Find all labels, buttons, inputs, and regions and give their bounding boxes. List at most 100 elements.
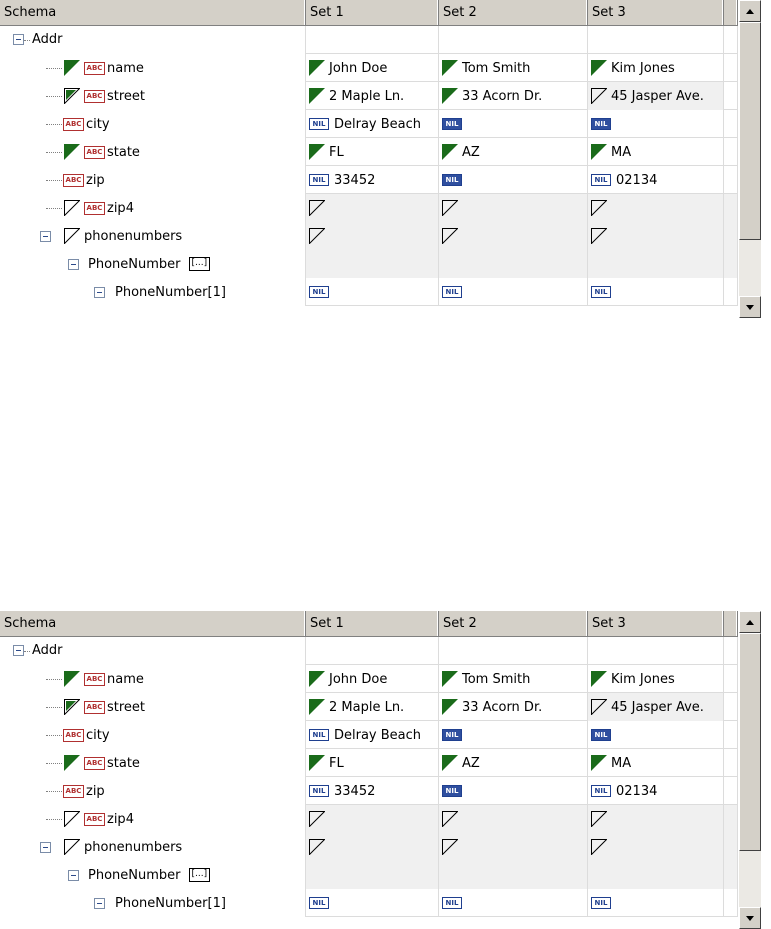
collapse-icon[interactable] — [40, 231, 51, 242]
table-row-phonenumbers[interactable]: phonenumbers — [0, 222, 738, 250]
scroll-up-button[interactable] — [739, 0, 761, 22]
empty-flag-icon[interactable] — [64, 839, 80, 855]
flag-icon[interactable] — [591, 144, 607, 160]
empty-flag-icon[interactable] — [309, 811, 325, 827]
table-row-name[interactable]: ABC name John Doe Tom Smith Kim Jones — [0, 665, 738, 693]
value-set2-name[interactable]: Tom Smith — [462, 61, 530, 76]
value-set3-street[interactable]: 45 Jasper Ave. — [611, 700, 704, 715]
value-set1-street[interactable]: 2 Maple Ln. — [329, 700, 404, 715]
empty-flag-icon[interactable] — [591, 839, 607, 855]
value-set1-city[interactable]: Delray Beach — [334, 117, 421, 132]
table-row-phonenumber-1[interactable]: PhoneNumber[1] NIL NIL NIL — [0, 889, 738, 917]
collapse-icon[interactable] — [40, 842, 51, 853]
flag-icon[interactable] — [309, 699, 325, 715]
table-row-street[interactable]: ABC street 2 Maple Ln. 33 Acorn Dr. 45 J… — [0, 693, 738, 721]
table-row-addr[interactable]: Addr — [0, 26, 738, 54]
nil-icon[interactable]: NIL — [591, 286, 611, 298]
nil-icon[interactable]: NIL — [591, 174, 611, 186]
empty-flag-icon[interactable] — [64, 228, 80, 244]
table-row-name[interactable]: ABC name John Doe Tom Smith Kim Jones — [0, 54, 738, 82]
empty-flag-icon[interactable] — [442, 811, 458, 827]
column-header-set-3[interactable]: Set 3 — [588, 0, 724, 25]
value-set1-name[interactable]: John Doe — [329, 61, 387, 76]
ellipsis-button[interactable]: [...] — [188, 257, 211, 271]
empty-flag-icon[interactable] — [591, 699, 607, 715]
table-row-state[interactable]: ABC state FL AZ MA — [0, 138, 738, 166]
collapse-icon[interactable] — [13, 34, 24, 45]
nil-icon[interactable]: NIL — [309, 118, 329, 130]
flag-icon[interactable] — [309, 144, 325, 160]
table-row-phonenumber-1[interactable]: PhoneNumber[1] NIL NIL NIL — [0, 278, 738, 306]
flag-icon[interactable] — [591, 755, 607, 771]
column-header-set-1[interactable]: Set 1 — [306, 611, 439, 636]
collapse-icon[interactable] — [94, 287, 105, 298]
flag-icon[interactable] — [64, 755, 80, 771]
value-set1-zip[interactable]: 33452 — [334, 784, 375, 799]
value-set1-name[interactable]: John Doe — [329, 672, 387, 687]
scroll-down-button[interactable] — [739, 907, 761, 929]
nil-icon[interactable]: NIL — [309, 897, 329, 909]
scroll-up-button[interactable] — [739, 611, 761, 633]
value-set3-zip[interactable]: 02134 — [616, 173, 657, 188]
empty-flag-icon[interactable] — [591, 811, 607, 827]
value-set2-state[interactable]: AZ — [462, 145, 480, 160]
nil-icon[interactable]: NIL — [591, 785, 611, 797]
empty-flag-icon[interactable] — [591, 200, 607, 216]
value-set1-state[interactable]: FL — [329, 756, 344, 771]
value-set1-state[interactable]: FL — [329, 145, 344, 160]
flag-icon[interactable] — [309, 671, 325, 687]
empty-flag-icon[interactable] — [64, 200, 80, 216]
table-row-phonenumber[interactable]: PhoneNumber [...] — [0, 861, 738, 889]
table-row-zip4[interactable]: ABC zip4 — [0, 805, 738, 833]
value-set2-name[interactable]: Tom Smith — [462, 672, 530, 687]
nil-icon[interactable]: NIL — [309, 174, 329, 186]
value-set2-street[interactable]: 33 Acorn Dr. — [462, 89, 542, 104]
table-row-state[interactable]: ABC state FL AZ MA — [0, 749, 738, 777]
empty-flag-icon[interactable] — [309, 228, 325, 244]
collapse-icon[interactable] — [13, 645, 24, 656]
collapse-icon[interactable] — [68, 259, 79, 270]
column-header-set-3[interactable]: Set 3 — [588, 611, 724, 636]
value-set3-state[interactable]: MA — [611, 756, 631, 771]
empty-flag-icon[interactable] — [591, 228, 607, 244]
nil-icon[interactable]: NIL — [591, 729, 611, 741]
nil-icon[interactable]: NIL — [591, 118, 611, 130]
nil-icon[interactable]: NIL — [591, 897, 611, 909]
value-set3-state[interactable]: MA — [611, 145, 631, 160]
nil-icon[interactable]: NIL — [442, 286, 462, 298]
nil-icon[interactable]: NIL — [309, 286, 329, 298]
flag-icon[interactable] — [442, 755, 458, 771]
table-row-city[interactable]: ABC city NIL Delray Beach NIL NIL — [0, 110, 738, 138]
table-row-city[interactable]: ABC city NIL Delray Beach NIL NIL — [0, 721, 738, 749]
value-set2-state[interactable]: AZ — [462, 756, 480, 771]
vertical-scrollbar[interactable] — [738, 611, 771, 929]
nil-icon[interactable]: NIL — [442, 785, 462, 797]
empty-flag-icon[interactable] — [442, 839, 458, 855]
collapse-icon[interactable] — [94, 898, 105, 909]
value-set3-zip[interactable]: 02134 — [616, 784, 657, 799]
value-set3-name[interactable]: Kim Jones — [611, 672, 675, 687]
empty-flag-icon[interactable] — [64, 811, 80, 827]
value-set2-street[interactable]: 33 Acorn Dr. — [462, 700, 542, 715]
empty-flag-icon[interactable] — [591, 88, 607, 104]
table-row-zip[interactable]: ABC zip NIL 33452 NIL NIL 02134 — [0, 777, 738, 805]
empty-flag-icon[interactable] — [442, 200, 458, 216]
collapse-icon[interactable] — [68, 870, 79, 881]
flag-icon[interactable] — [442, 699, 458, 715]
column-header-set-2[interactable]: Set 2 — [439, 611, 588, 636]
empty-flag-icon[interactable] — [309, 839, 325, 855]
ellipsis-button[interactable]: [...] — [188, 868, 211, 882]
column-header-set-1[interactable]: Set 1 — [306, 0, 439, 25]
table-row-zip[interactable]: ABC zip NIL 33452 NIL NIL 02134 — [0, 166, 738, 194]
table-row-street[interactable]: ABC street 2 Maple Ln. 33 Acorn Dr. 45 J… — [0, 82, 738, 110]
flag-icon[interactable] — [64, 144, 80, 160]
partial-flag-icon[interactable] — [64, 88, 81, 105]
empty-flag-icon[interactable] — [309, 200, 325, 216]
scroll-thumb[interactable] — [739, 633, 761, 851]
nil-icon[interactable]: NIL — [442, 174, 462, 186]
flag-icon[interactable] — [64, 671, 80, 687]
scroll-down-button[interactable] — [739, 296, 761, 318]
flag-icon[interactable] — [64, 60, 80, 76]
nil-icon[interactable]: NIL — [442, 897, 462, 909]
value-set3-name[interactable]: Kim Jones — [611, 61, 675, 76]
